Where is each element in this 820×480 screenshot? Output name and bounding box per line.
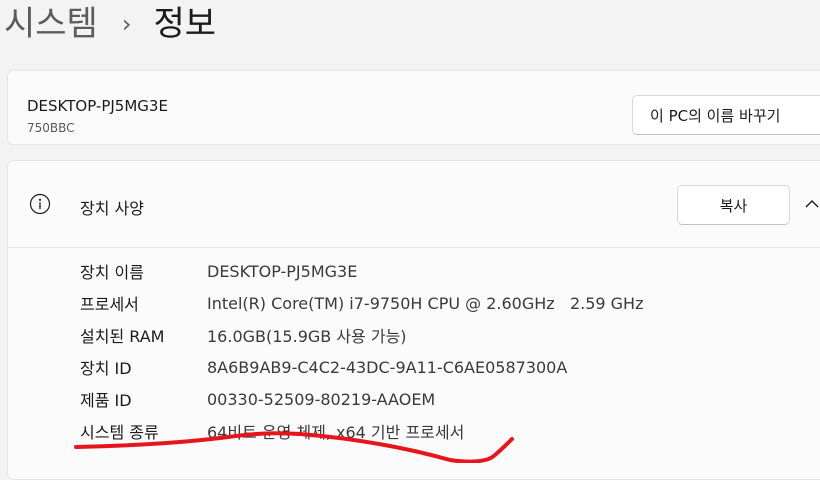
spec-row-device-id: 장치 ID 8A6B9AB9-C4C2-43DC-9A11-C6AE058730… [80, 355, 567, 379]
spec-value: 64비트 운영 체제, x64 기반 프로세서 [207, 423, 465, 442]
device-specs-header[interactable]: 장치 사양 복사 [8, 161, 820, 248]
info-icon [29, 193, 51, 215]
chevron-up-icon[interactable] [802, 194, 820, 214]
spec-value: 00330-52509-80219-AAOEM [207, 389, 436, 409]
rename-pc-button[interactable]: 이 PC의 이름 바꾸기 [632, 95, 820, 135]
device-name: DESKTOP-PJ5MG3E [27, 97, 168, 115]
device-specs-card: 장치 사양 복사 장치 이름 DESKTOP-PJ5MG3E 프로세서 Inte… [7, 160, 820, 480]
spec-row-device-name: 장치 이름 DESKTOP-PJ5MG3E [80, 259, 357, 283]
spec-label: 프로세서 [80, 295, 139, 314]
device-name-card: DESKTOP-PJ5MG3E 750BBC 이 PC의 이름 바꾸기 [7, 70, 820, 145]
spec-label: 제품 ID [80, 391, 132, 410]
spec-row-product-id: 제품 ID 00330-52509-80219-AAOEM [80, 387, 435, 411]
spec-label: 장치 ID [80, 359, 132, 378]
spec-label: 시스템 종류 [80, 423, 159, 442]
spec-value: 16.0GB(15.9GB 사용 가능) [207, 327, 407, 346]
page-title: 정보 [153, 4, 217, 44]
spec-value: DESKTOP-PJ5MG3E [207, 261, 358, 281]
device-specs-title: 장치 사양 [80, 199, 144, 218]
breadcrumb-chevron-icon: › [121, 10, 132, 38]
spec-row-processor: 프로세서 Intel(R) Core(TM) i7-9750H CPU @ 2.… [80, 291, 643, 315]
spec-value: 8A6B9AB9-C4C2-43DC-9A11-C6AE0587300A [207, 357, 568, 377]
breadcrumb-parent-system[interactable]: 시스템 [4, 7, 98, 41]
device-model: 750BBC [27, 121, 75, 135]
copy-button[interactable]: 복사 [677, 185, 790, 225]
spec-label: 장치 이름 [80, 263, 144, 282]
spec-row-system-type: 시스템 종류 64비트 운영 체제, x64 기반 프로세서 [80, 419, 464, 443]
breadcrumb: 시스템 › 정보 [4, 0, 216, 48]
spec-row-ram: 설치된 RAM 16.0GB(15.9GB 사용 가능) [80, 323, 407, 347]
spec-value: Intel(R) Core(TM) i7-9750H CPU @ 2.60GHz… [207, 293, 644, 313]
spec-label: 설치된 RAM [80, 327, 165, 346]
